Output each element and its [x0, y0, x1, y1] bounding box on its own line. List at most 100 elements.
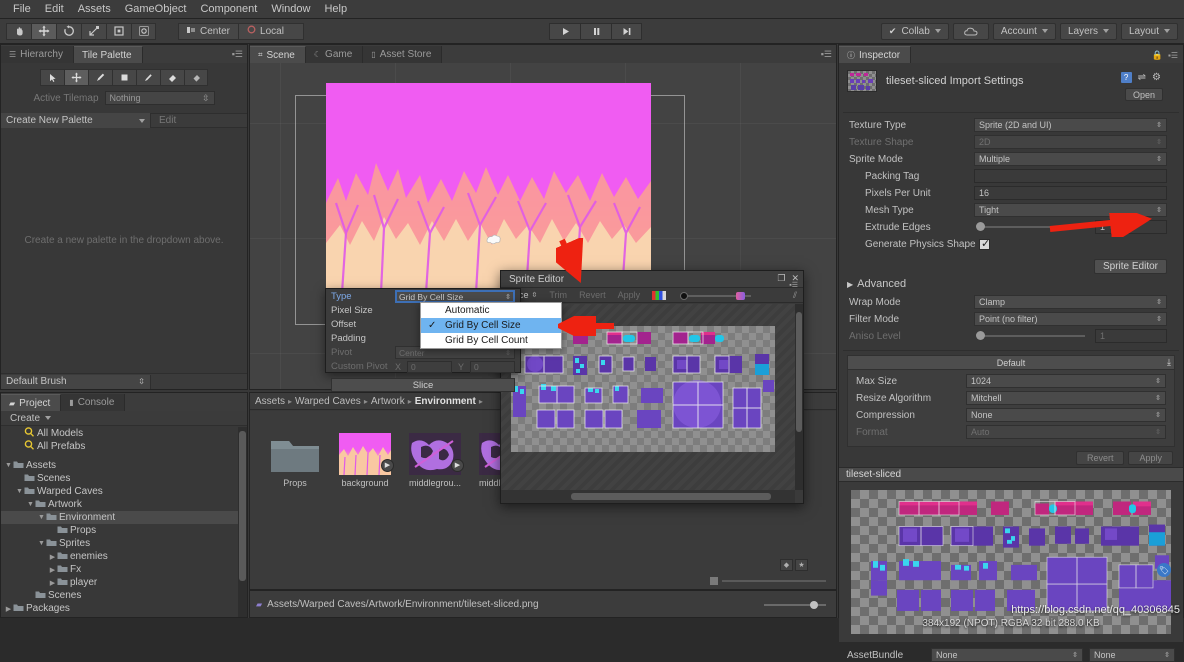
- field-slider[interactable]: [974, 329, 1089, 343]
- assetbundle-variant-dropdown[interactable]: None ⇳: [1089, 648, 1175, 662]
- scale-tool-button[interactable]: [81, 22, 106, 40]
- menu-file[interactable]: File: [6, 0, 38, 19]
- transform-tool-button[interactable]: [131, 22, 156, 40]
- tab-tile-palette[interactable]: Tile Palette: [73, 46, 143, 63]
- field-checkbox[interactable]: [979, 237, 990, 250]
- chevron-down-icon[interactable]: ▼: [15, 488, 24, 495]
- field-slider-value[interactable]: 1: [1095, 329, 1167, 343]
- field-dropdown[interactable]: Mitchell ⇳: [966, 391, 1166, 405]
- project-tree-item[interactable]: ▶ Packages: [1, 602, 238, 615]
- play-button[interactable]: [549, 22, 580, 40]
- favorite-icon[interactable]: ◆: [780, 559, 793, 571]
- chevron-right-icon[interactable]: ▶: [48, 553, 57, 561]
- chevron-down-icon[interactable]: ▼: [26, 501, 35, 508]
- chevron-down-icon[interactable]: ▼: [37, 540, 46, 547]
- field-dropdown[interactable]: Sprite (2D and UI) ⇳: [974, 118, 1167, 132]
- brush-tool-button[interactable]: [88, 69, 112, 86]
- sprite-editor-titlebar[interactable]: Sprite Editor ❐ ✕ ▪☰: [501, 271, 803, 289]
- asset-item-background[interactable]: ▶ background: [338, 433, 394, 589]
- field-dropdown[interactable]: Multiple ⇳: [974, 152, 1167, 166]
- menu-component[interactable]: Component: [193, 0, 264, 19]
- rotate-tool-button[interactable]: [56, 22, 81, 40]
- field-dropdown[interactable]: Auto ⇳: [966, 425, 1166, 439]
- field-dropdown[interactable]: None ⇳: [966, 408, 1166, 422]
- tab-console[interactable]: ▮ Console: [61, 394, 126, 411]
- help-icon[interactable]: ?: [1120, 72, 1132, 83]
- asset-item-props[interactable]: Props: [268, 433, 322, 589]
- download-icon[interactable]: ⤓: [1167, 357, 1171, 368]
- field-dropdown[interactable]: 1024 ⇳: [966, 374, 1166, 388]
- dropdown-option[interactable]: Automatic: [421, 303, 561, 318]
- project-tree-item[interactable]: ▼ Warped Caves: [1, 485, 238, 498]
- sprite-editor-revert-button[interactable]: Revert: [573, 288, 612, 303]
- project-tree-item[interactable]: ▶Scenes: [1, 589, 238, 602]
- platform-tab-default[interactable]: Default ⤓: [847, 355, 1175, 370]
- menu-window[interactable]: Window: [264, 0, 317, 19]
- custom-pivot-x-input[interactable]: 0: [407, 360, 452, 373]
- asset-browser-zoom-slider[interactable]: [710, 576, 830, 586]
- dropdown-option[interactable]: Grid By Cell Count: [421, 333, 561, 348]
- sprite-editor-hscrollbar[interactable]: [501, 490, 795, 503]
- alpha-slider[interactable]: [678, 288, 781, 303]
- project-scrollbar[interactable]: [238, 427, 247, 617]
- create-button[interactable]: Create: [5, 413, 56, 424]
- project-tree-item[interactable]: ▶Props: [1, 524, 238, 537]
- tag-icon[interactable]: 🏷: [1157, 563, 1171, 577]
- select-tool-button[interactable]: [40, 69, 64, 86]
- layout-button[interactable]: Layout: [1120, 22, 1178, 40]
- menu-icon[interactable]: ▪☰: [1168, 51, 1178, 60]
- panel-menu-icon[interactable]: ▪☰: [232, 49, 243, 60]
- project-tree-item[interactable]: ▶ player: [1, 576, 238, 589]
- breadcrumb-item-3[interactable]: Environment: [415, 396, 476, 407]
- chevron-right-icon[interactable]: ▶: [48, 566, 57, 574]
- dropdown-option[interactable]: ✓ Grid By Cell Size: [421, 318, 561, 333]
- tab-scene[interactable]: ⌗ Scene: [250, 46, 306, 63]
- slice-apply-button[interactable]: Slice: [331, 378, 515, 392]
- step-button[interactable]: [611, 22, 642, 40]
- active-tilemap-dropdown[interactable]: Nothing ⇳: [104, 91, 215, 105]
- lock-icon[interactable]: 🔒: [1152, 50, 1163, 61]
- tab-game[interactable]: ☾ Game: [305, 46, 364, 63]
- project-tree-item[interactable]: ▶ enemies: [1, 550, 238, 563]
- tab-inspector[interactable]: ⓘ Inspector: [839, 46, 912, 63]
- cloud-button[interactable]: [952, 22, 989, 40]
- field-slider-value[interactable]: 1: [1095, 220, 1167, 234]
- open-button[interactable]: Open: [1124, 88, 1163, 101]
- field-dropdown[interactable]: Tight ⇳: [974, 203, 1167, 217]
- palette-edit-button[interactable]: Edit: [151, 115, 184, 126]
- status-zoom-slider[interactable]: [764, 600, 826, 610]
- alpha-toggle-button[interactable]: ⫽: [787, 288, 803, 303]
- project-tree-item[interactable]: ▶ Fx: [1, 563, 238, 576]
- hand-tool-button[interactable]: [6, 22, 31, 40]
- menu-edit[interactable]: Edit: [38, 0, 71, 19]
- project-tree-item[interactable]: ▶All Models: [1, 427, 238, 440]
- trim-button[interactable]: Trim: [543, 288, 573, 303]
- field-slider[interactable]: [974, 220, 1089, 234]
- gear-icon[interactable]: ⚙: [1152, 72, 1161, 83]
- project-tree-item[interactable]: ▼ Assets: [1, 459, 238, 472]
- field-dropdown[interactable]: Clamp ⇳: [974, 295, 1167, 309]
- move-tool-button[interactable]: [31, 22, 56, 40]
- breadcrumb-item-2[interactable]: Artwork: [371, 396, 405, 407]
- field-input[interactable]: [974, 169, 1167, 183]
- breadcrumb-item-1[interactable]: Warped Caves: [295, 396, 361, 407]
- tab-hierarchy[interactable]: ☰ Hierarchy: [1, 46, 74, 63]
- sprite-editor-apply-button[interactable]: Apply: [612, 288, 647, 303]
- layers-button[interactable]: Layers: [1059, 22, 1117, 40]
- project-tree-item[interactable]: ▶All Prefabs: [1, 440, 238, 453]
- tab-project[interactable]: ▰ Project: [1, 394, 62, 411]
- window-menu-icon[interactable]: ▪☰: [789, 281, 798, 289]
- fill-rect-tool-button[interactable]: [112, 69, 136, 86]
- pause-button[interactable]: [580, 22, 611, 40]
- project-tree-item[interactable]: ▼ Sprites: [1, 537, 238, 550]
- project-tree-item[interactable]: ▼ Artwork: [1, 498, 238, 511]
- sprite-editor-button[interactable]: Sprite Editor: [1093, 259, 1167, 274]
- breadcrumb-item-0[interactable]: Assets: [255, 396, 285, 407]
- rgb-channels-button[interactable]: [646, 288, 672, 303]
- pivot-center-button[interactable]: Center: [178, 22, 239, 40]
- menu-assets[interactable]: Assets: [71, 0, 118, 19]
- star-icon[interactable]: ★: [795, 559, 808, 571]
- tab-asset-store[interactable]: ▯ Asset Store: [363, 46, 443, 63]
- scene-panel-menu-icon[interactable]: ▪☰: [821, 49, 832, 60]
- project-tree-item[interactable]: ▼ Environment: [1, 511, 238, 524]
